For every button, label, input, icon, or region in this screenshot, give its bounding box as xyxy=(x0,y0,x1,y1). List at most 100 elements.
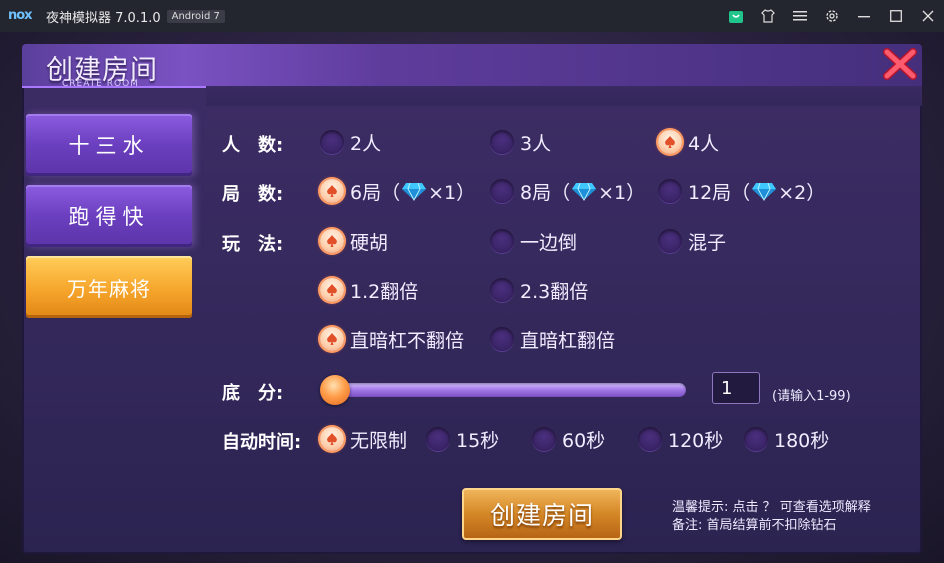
radio-button-selected xyxy=(320,229,344,253)
option-6-rounds[interactable]: 6局（ ×1） xyxy=(320,177,475,205)
minimize-icon[interactable] xyxy=(848,0,880,32)
tab-label: 万年麻将 xyxy=(67,276,151,301)
option-hunzi[interactable]: 混子 xyxy=(658,227,726,255)
radio-button xyxy=(658,229,682,253)
rounds-label: 局 数: xyxy=(222,184,284,205)
option-60s[interactable]: 60秒 xyxy=(532,425,605,453)
option-label: 3人 xyxy=(520,132,552,155)
red-x-icon xyxy=(883,48,917,80)
radio-button xyxy=(490,327,514,351)
players-label: 人 数: xyxy=(222,135,284,156)
base-score-label: 底 分: xyxy=(222,383,284,404)
option-label: 8局（ xyxy=(520,181,571,204)
diamond-icon xyxy=(752,182,777,201)
option-label: 15秒 xyxy=(456,429,500,452)
option-label: 混子 xyxy=(688,231,727,254)
radio-button-selected xyxy=(320,427,344,451)
radio-button xyxy=(490,278,514,302)
tab-wannian-majiang[interactable]: 万年麻将 xyxy=(26,256,192,318)
close-window-icon[interactable] xyxy=(912,0,944,32)
option-8-rounds[interactable]: 8局（ ×1） xyxy=(490,177,645,205)
tab-label: 跑得快 xyxy=(68,205,150,229)
diamond-icon xyxy=(572,182,597,201)
menu-icon[interactable] xyxy=(784,0,816,32)
option-4-players[interactable]: 4人 xyxy=(658,128,719,156)
spade-icon xyxy=(327,185,337,197)
option-1-2-double[interactable]: 1.2翻倍 xyxy=(320,276,418,304)
option-label: 12局（ xyxy=(688,181,751,204)
option-label: 一边倒 xyxy=(520,231,578,254)
option-label: 直暗杠不翻倍 xyxy=(350,329,465,352)
tip-note: 备注: 首局结算前不扣除钻石 xyxy=(672,518,837,533)
diamond-icon xyxy=(402,182,427,201)
window-title: 夜神模拟器 7.0.1.0 xyxy=(46,10,161,26)
option-label: 直暗杠翻倍 xyxy=(520,329,616,352)
maximize-icon[interactable] xyxy=(880,0,912,32)
option-cost: ×1） xyxy=(598,181,646,204)
auto-time-label: 自动时间: xyxy=(222,432,302,453)
option-120s[interactable]: 120秒 xyxy=(638,425,723,453)
tab-shisanshui[interactable]: 十三水 xyxy=(26,114,192,176)
radio-button xyxy=(532,427,556,451)
option-label: 无限制 xyxy=(350,429,408,452)
radio-button xyxy=(744,427,768,451)
option-12-rounds[interactable]: 12局（ ×2） xyxy=(658,177,825,205)
emulator-titlebar: nox 夜神模拟器 7.0.1.0 Android 7 xyxy=(0,0,944,32)
radio-button xyxy=(638,427,662,451)
spade-icon xyxy=(665,136,675,148)
nox-logo: nox xyxy=(8,8,33,23)
option-zhiangang-double[interactable]: 直暗杠翻倍 xyxy=(490,325,615,353)
option-label: 2人 xyxy=(350,132,382,155)
option-yibiandao[interactable]: 一边倒 xyxy=(490,227,577,255)
base-score-input[interactable]: 1 xyxy=(712,372,760,404)
option-label: 120秒 xyxy=(668,429,724,452)
option-label: 硬胡 xyxy=(350,231,389,254)
close-dialog-button[interactable] xyxy=(882,46,918,82)
spade-icon xyxy=(327,284,337,296)
option-no-limit[interactable]: 无限制 xyxy=(320,425,407,453)
base-score-slider-knob[interactable] xyxy=(320,375,350,405)
shirt-icon[interactable] xyxy=(752,0,784,32)
radio-button xyxy=(490,130,514,154)
create-room-button[interactable]: 创建房间 xyxy=(462,488,622,540)
spade-icon xyxy=(327,235,337,247)
option-yinghu[interactable]: 硬胡 xyxy=(320,227,388,255)
option-label: 60秒 xyxy=(562,429,606,452)
option-2-3-double[interactable]: 2.3翻倍 xyxy=(490,276,588,304)
radio-button xyxy=(320,130,344,154)
dialog-header: 创建房间 CREATE ROOM xyxy=(22,44,922,106)
radio-button-selected xyxy=(320,179,344,203)
base-score-slider-track[interactable] xyxy=(334,383,686,397)
spade-icon xyxy=(327,333,337,345)
radio-button-selected xyxy=(320,327,344,351)
radio-button-selected xyxy=(320,278,344,302)
spade-icon xyxy=(327,433,337,445)
android-version-badge: Android 7 xyxy=(166,9,225,23)
tip-hint: 温馨提示: 点击 ？ 可查看选项解释 xyxy=(672,500,871,515)
base-score-hint: (请输入1-99) xyxy=(772,389,851,404)
option-180s[interactable]: 180秒 xyxy=(744,425,829,453)
option-2-players[interactable]: 2人 xyxy=(320,128,381,156)
option-label: 4人 xyxy=(688,132,720,155)
option-label: 2.3翻倍 xyxy=(520,280,589,303)
option-label: 6局（ xyxy=(350,181,401,204)
radio-button xyxy=(490,229,514,253)
create-room-dialog: 创建房间 CREATE ROOM 十三水 跑得快 万年麻将 人 数: 2人 3人… xyxy=(22,44,922,554)
game-viewport: 创建房间 CREATE ROOM 十三水 跑得快 万年麻将 人 数: 2人 3人… xyxy=(0,32,944,563)
settings-icon[interactable] xyxy=(816,0,848,32)
radio-button-selected xyxy=(658,130,682,154)
option-cost: ×2） xyxy=(778,181,826,204)
store-icon[interactable] xyxy=(720,0,752,32)
option-label: 180秒 xyxy=(774,429,830,452)
option-zhiangang-no-double[interactable]: 直暗杠不翻倍 xyxy=(320,325,464,353)
radio-button xyxy=(490,179,514,203)
option-15s[interactable]: 15秒 xyxy=(426,425,499,453)
tab-label: 十三水 xyxy=(68,134,150,158)
dialog-subtitle: CREATE ROOM xyxy=(62,79,139,89)
option-label: 1.2翻倍 xyxy=(350,280,419,303)
tab-paodekuai[interactable]: 跑得快 xyxy=(26,185,192,247)
radio-button xyxy=(658,179,682,203)
option-cost: ×1） xyxy=(428,181,476,204)
radio-button xyxy=(426,427,450,451)
option-3-players[interactable]: 3人 xyxy=(490,128,551,156)
